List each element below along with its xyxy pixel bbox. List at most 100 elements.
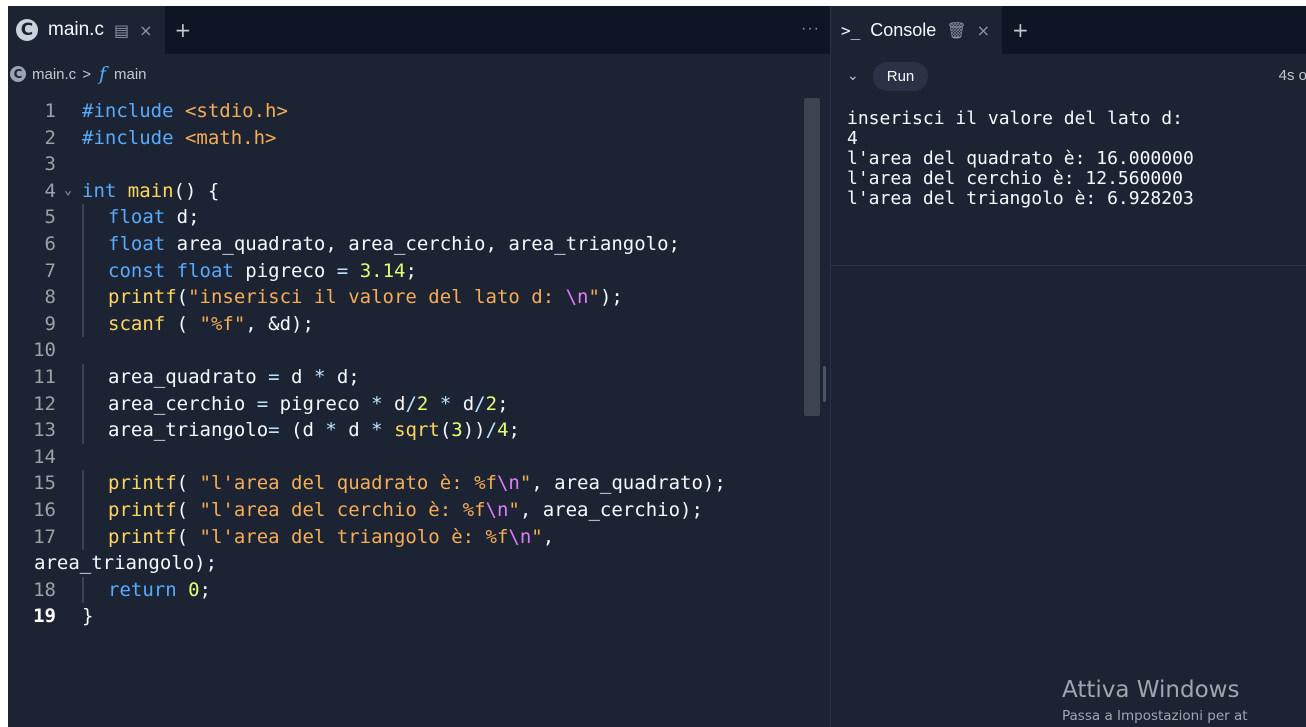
pane-resize-handle[interactable] (823, 366, 826, 402)
watermark-subtitle: Passa a Impostazioni per at (1062, 708, 1248, 724)
code-line[interactable]: 10 (8, 337, 808, 364)
breadcrumb-function[interactable]: main (114, 66, 147, 83)
tab-title: main.c (48, 19, 104, 40)
indent-guide (82, 230, 84, 258)
code-line[interactable]: 8 printf("inserisci il valore del lato d:… (8, 284, 808, 311)
indent-guide (82, 496, 84, 524)
editor-scrollbar[interactable] (804, 98, 820, 416)
line-number: 11 (33, 365, 56, 388)
code-line[interactable]: 17 printf( "l'area del triangolo è: %f\n"… (8, 523, 808, 551)
line-number: 5 (44, 206, 56, 229)
indent-guide (82, 363, 84, 391)
code-line[interactable]: 14 (8, 444, 808, 471)
console-prompt-icon: >_ (841, 20, 861, 40)
editor-pane: C main.c ▤ × + ··· C main.c > f main 1 #i… (8, 6, 830, 727)
console-output: inserisci il valore del lato d: 4 l'area… (847, 108, 1194, 209)
code-line[interactable]: 5 float d; (8, 204, 808, 231)
tab-main-c[interactable]: C main.c ▤ × (8, 6, 165, 54)
console-output-divider (831, 265, 1306, 266)
console-tabbar: >_ Console 🗑 × + (831, 6, 1306, 54)
code-line[interactable]: 19} (8, 603, 808, 630)
code-editor[interactable]: 1 #include <stdio.h> 2 #include <math.h> 3 4 ⌄… (8, 98, 808, 630)
code-line[interactable]: 15 printf( "l'area del quadrato è: %f\n",… (8, 470, 808, 497)
line-number: 1 (44, 100, 56, 122)
run-elapsed-time: 4s o (1278, 67, 1306, 84)
line-number: 15 (33, 472, 56, 495)
code-text: area_triangolo= (d * d * sqrt(3))/4; (108, 419, 520, 442)
line-number: 3 (44, 153, 56, 176)
indent-guide (82, 576, 84, 604)
line-number: 17 (33, 525, 56, 548)
code-text: return 0; (108, 578, 211, 601)
line-number (8, 550, 82, 577)
fold-chevron-icon[interactable]: ⌄ (64, 178, 72, 205)
code-line[interactable]: 13 area_triangolo= (d * d * sqrt(3))/4; (8, 417, 808, 444)
code-text: printf( "l'area del triangolo è: %f\n", (108, 525, 555, 548)
indent-guide (82, 284, 84, 311)
code-text: float area_quadrato, area_cerchio, area_… (108, 232, 680, 255)
close-icon[interactable]: × (139, 21, 152, 40)
line-number: 13 (33, 419, 56, 442)
indent-guide (82, 204, 84, 231)
code-line[interactable]: 4 ⌄ int main() { (8, 178, 808, 205)
chevron-down-icon[interactable]: ⌄ (847, 68, 859, 84)
code-text: } (82, 605, 94, 628)
editor-tabbar: C main.c ▤ × + ··· (8, 6, 830, 54)
trash-icon[interactable]: 🗑 (946, 21, 966, 40)
line-number: 18 (33, 578, 56, 601)
code-line[interactable]: 9 scanf ( "%f", &d); (8, 310, 808, 338)
replit-c-logo-icon: C (16, 19, 38, 41)
tab-options-icon[interactable]: ▤ (114, 21, 129, 40)
code-text: printf("inserisci il valore del lato d: … (108, 286, 623, 309)
indent-guide (82, 310, 84, 338)
code-line[interactable]: area_triangolo); (8, 550, 808, 577)
line-number: 6 (44, 232, 56, 255)
indent-guide (82, 417, 84, 444)
code-line[interactable]: 7 const float pigreco = 3.14; (8, 257, 808, 285)
code-line[interactable]: 12 area_cerchio = pigreco * d/2 * d/2; (8, 390, 808, 418)
indent-guide (82, 390, 84, 418)
indent-guide (82, 470, 84, 497)
code-line[interactable]: 2 #include <math.h> (8, 125, 808, 152)
tab-title: Console (870, 19, 937, 40)
code-line[interactable]: 1 #include <stdio.h> (8, 98, 808, 125)
breadcrumb-file[interactable]: main.c (32, 66, 76, 83)
breadcrumb: C main.c > f main (8, 54, 830, 94)
code-text: #include <math.h> (82, 126, 277, 149)
line-number: 2 (44, 126, 56, 149)
code-line[interactable]: 11 area_quadrato = d * d; (8, 363, 808, 391)
code-text: int main() { (82, 179, 220, 202)
ide-window: C main.c ▤ × + ··· C main.c > f main 1 #i… (8, 6, 1306, 727)
code-line[interactable]: 16 printf( "l'area del cerchio è: %f\n", … (8, 496, 808, 524)
run-button[interactable]: Run (872, 61, 929, 91)
line-number: 14 (33, 445, 56, 468)
function-icon: f (98, 63, 106, 85)
code-text: printf( "l'area del cerchio è: %f\n", ar… (108, 498, 703, 521)
breadcrumb-separator: > (82, 65, 91, 83)
plus-icon[interactable]: + (175, 18, 192, 42)
more-options-icon[interactable]: ··· (801, 20, 820, 38)
code-text: scanf ( "%f", &d); (108, 312, 314, 335)
code-line[interactable]: 6 float area_quadrato, area_cerchio, area… (8, 230, 808, 258)
indent-guide (82, 257, 84, 285)
close-icon[interactable]: × (977, 21, 990, 40)
indent-guide (82, 523, 84, 551)
code-line[interactable]: 3 (8, 151, 808, 178)
tab-console[interactable]: >_ Console 🗑 × (831, 6, 1003, 54)
console-pane: >_ Console 🗑 × + ⌄ Run 4s o inserisci il… (830, 6, 1306, 727)
code-line[interactable]: 18 return 0; (8, 576, 808, 604)
code-text: const float pigreco = 3.14; (108, 259, 417, 282)
code-text: printf( "l'area del quadrato è: %f\n", a… (108, 472, 726, 495)
code-text: area_quadrato = d * d; (108, 365, 360, 388)
windows-activation-watermark: Attiva Windows Passa a Impostazioni per … (1062, 677, 1248, 724)
line-number: 16 (33, 498, 56, 521)
line-number: 7 (44, 259, 56, 282)
console-run-bar: ⌄ Run 4s o (831, 54, 1306, 98)
code-text: area_cerchio = pigreco * d/2 * d/2; (108, 392, 509, 415)
code-text: float d; (108, 206, 200, 229)
line-number: 4 ⌄ (8, 178, 82, 205)
code-text: #include <stdio.h> (82, 100, 288, 122)
line-number: 9 (44, 312, 56, 335)
plus-icon[interactable]: + (1012, 18, 1029, 42)
line-number: 10 (33, 339, 56, 362)
